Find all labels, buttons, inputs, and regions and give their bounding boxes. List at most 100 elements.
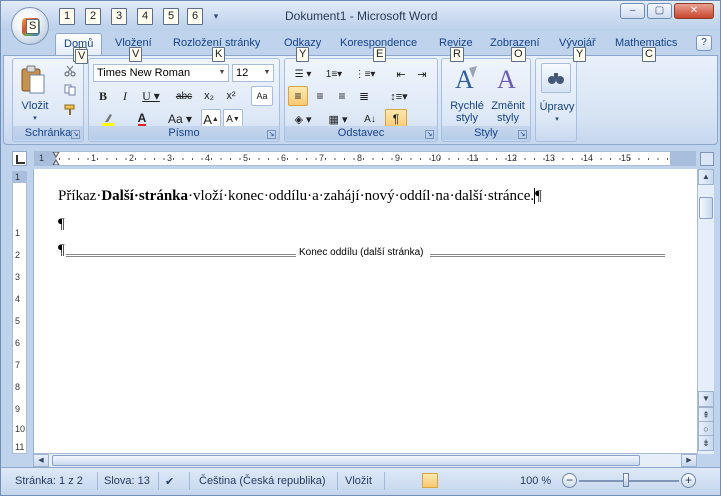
zoom-level[interactable]: 100 %: [520, 475, 551, 487]
keytip-view: O: [511, 47, 526, 62]
quick-styles-icon: A: [455, 65, 477, 94]
ruler-number: 8: [357, 153, 363, 163]
align-left-button[interactable]: ≡: [288, 86, 308, 106]
justify-button[interactable]: ≣: [354, 86, 374, 106]
ruler-number: 1: [39, 153, 45, 163]
vertical-scrollbar[interactable]: ▲ ▼ ⇞ ○ ⇟: [697, 169, 714, 454]
subscript-button[interactable]: x₂: [199, 86, 219, 106]
chevron-down-icon: ▼: [218, 69, 226, 76]
qat-customize-icon[interactable]: ▾: [205, 8, 227, 25]
print-layout-view-button[interactable]: [422, 473, 438, 488]
page-count[interactable]: Stránka: 1 z 2: [15, 475, 83, 487]
bold-button[interactable]: B: [93, 86, 113, 106]
qat-keytip[interactable]: 1: [59, 8, 75, 25]
zoom-in-button[interactable]: +: [681, 473, 696, 488]
format-painter-button[interactable]: [61, 102, 79, 118]
italic-button[interactable]: I: [115, 86, 135, 106]
document-page[interactable]: Příkaz·Další·stránka·vloží·konec·oddílu·…: [33, 169, 697, 454]
minimize-button[interactable]: –: [620, 3, 645, 19]
horizontal-scroll-thumb[interactable]: [52, 455, 640, 466]
keytip-developer: Y: [573, 47, 587, 62]
tab-selector[interactable]: [12, 151, 27, 166]
quick-styles-label: Rychlé styly: [450, 100, 484, 124]
outline-view-button[interactable]: [477, 473, 493, 488]
ruler-tick: [106, 158, 108, 160]
ruler-tick: [486, 158, 488, 160]
line-spacing-button[interactable]: ↕≡▾: [385, 86, 413, 106]
proofing-icon[interactable]: ✔: [165, 475, 174, 488]
ruler-tick: [192, 158, 193, 160]
qat-keytip[interactable]: 2: [85, 8, 101, 25]
document-paragraph-2[interactable]: ¶: [58, 216, 65, 233]
keytip-page-layout: K: [212, 47, 226, 62]
full-screen-reading-view-button[interactable]: [441, 473, 457, 488]
styles-launcher-icon[interactable]: ↘: [518, 130, 527, 139]
editing-dropdown-icon[interactable]: ▾: [551, 114, 563, 126]
clipboard-launcher-icon[interactable]: ↘: [71, 130, 80, 139]
web-layout-view-button[interactable]: [459, 473, 475, 488]
binoculars-icon: [548, 73, 564, 84]
ruler-number: 9: [395, 153, 401, 163]
vertical-scroll-thumb[interactable]: [699, 197, 713, 219]
superscript-button[interactable]: x²: [221, 86, 241, 106]
align-center-button[interactable]: ≡: [310, 86, 330, 106]
horizontal-ruler[interactable]: 1 1 2 3 4 5 6 7 8 9 10 11 12 13 14 15: [34, 151, 696, 166]
strikethrough-button[interactable]: abc: [171, 86, 197, 106]
font-name-combo[interactable]: Times New Roman ▼: [93, 64, 229, 82]
increase-indent-button[interactable]: ⇥: [412, 64, 432, 84]
maximize-button[interactable]: ▢: [647, 3, 672, 19]
ruler-tick: [277, 158, 279, 160]
scroll-left-icon[interactable]: ◀: [33, 454, 49, 467]
zoom-out-button[interactable]: −: [562, 473, 577, 488]
font-launcher-icon[interactable]: ↘: [267, 130, 276, 139]
next-page-icon[interactable]: ⇟: [698, 435, 714, 451]
ruler-number: 5: [243, 153, 249, 163]
vruler-number: 1: [15, 172, 21, 182]
paragraph-launcher-icon[interactable]: ↘: [425, 130, 434, 139]
qat-keytip[interactable]: 3: [111, 8, 127, 25]
copy-button[interactable]: [61, 82, 79, 98]
vertical-ruler[interactable]: 1 1 2 3 4 5 6 7 8 9 10 11: [12, 171, 27, 454]
multilevel-list-button[interactable]: ⋮≡▾: [350, 64, 380, 84]
view-ruler-button[interactable]: [700, 152, 714, 166]
qat-keytip[interactable]: 6: [187, 8, 203, 25]
numbering-button[interactable]: 1≡▾: [319, 64, 349, 84]
horizontal-scrollbar[interactable]: ◀ ▶: [33, 453, 697, 467]
bullets-button[interactable]: ☰ ▾: [288, 64, 318, 84]
document-paragraph-1[interactable]: Příkaz·Další·stránka·vloží·konec·oddílu·…: [58, 188, 542, 205]
ruler-number: 14: [583, 153, 594, 163]
section-break[interactable]: Konec oddílu (další stránka): [58, 247, 665, 261]
scroll-down-icon[interactable]: ▼: [698, 391, 714, 407]
editing-button[interactable]: [541, 63, 571, 93]
scroll-right-icon[interactable]: ▶: [681, 454, 697, 467]
office-button[interactable]: S: [11, 7, 49, 45]
align-right-button[interactable]: ≡: [332, 86, 352, 106]
paste-button[interactable]: [16, 62, 50, 98]
ruler-tick: [524, 158, 526, 160]
help-button[interactable]: ?: [696, 35, 712, 51]
change-styles-button[interactable]: A: [490, 62, 526, 96]
qat-keytip[interactable]: 4: [137, 8, 153, 25]
ruler-ticks: [52, 152, 668, 165]
decrease-indent-button[interactable]: ⇤: [391, 64, 411, 84]
zoom-slider-thumb[interactable]: [623, 473, 629, 487]
draft-view-button[interactable]: [495, 473, 511, 488]
language-indicator[interactable]: Čeština (Česká republika): [199, 475, 326, 487]
qat-keytip[interactable]: 5: [163, 8, 179, 25]
word-count[interactable]: Slova: 13: [104, 475, 150, 487]
paste-dropdown-icon[interactable]: ▾: [29, 113, 41, 125]
quick-styles-button[interactable]: A: [448, 62, 484, 96]
group-label-styles: Styly: [442, 126, 530, 140]
ruler-number: 6: [281, 153, 287, 163]
underline-button[interactable]: U ▾: [137, 86, 165, 106]
font-size-combo[interactable]: 12 ▼: [232, 64, 274, 82]
ruler-tick: [154, 158, 155, 160]
scroll-up-icon[interactable]: ▲: [698, 169, 714, 185]
close-button[interactable]: ✕: [674, 3, 714, 19]
insert-mode-indicator[interactable]: Vložit: [345, 475, 372, 487]
clear-formatting-button[interactable]: Aa: [251, 86, 273, 106]
group-styles: A Rychlé styly A Změnit styly Styly ↘: [441, 58, 531, 142]
keytip-review: R: [450, 47, 464, 62]
zoom-slider-track[interactable]: [579, 480, 679, 482]
cut-button[interactable]: [61, 63, 79, 79]
